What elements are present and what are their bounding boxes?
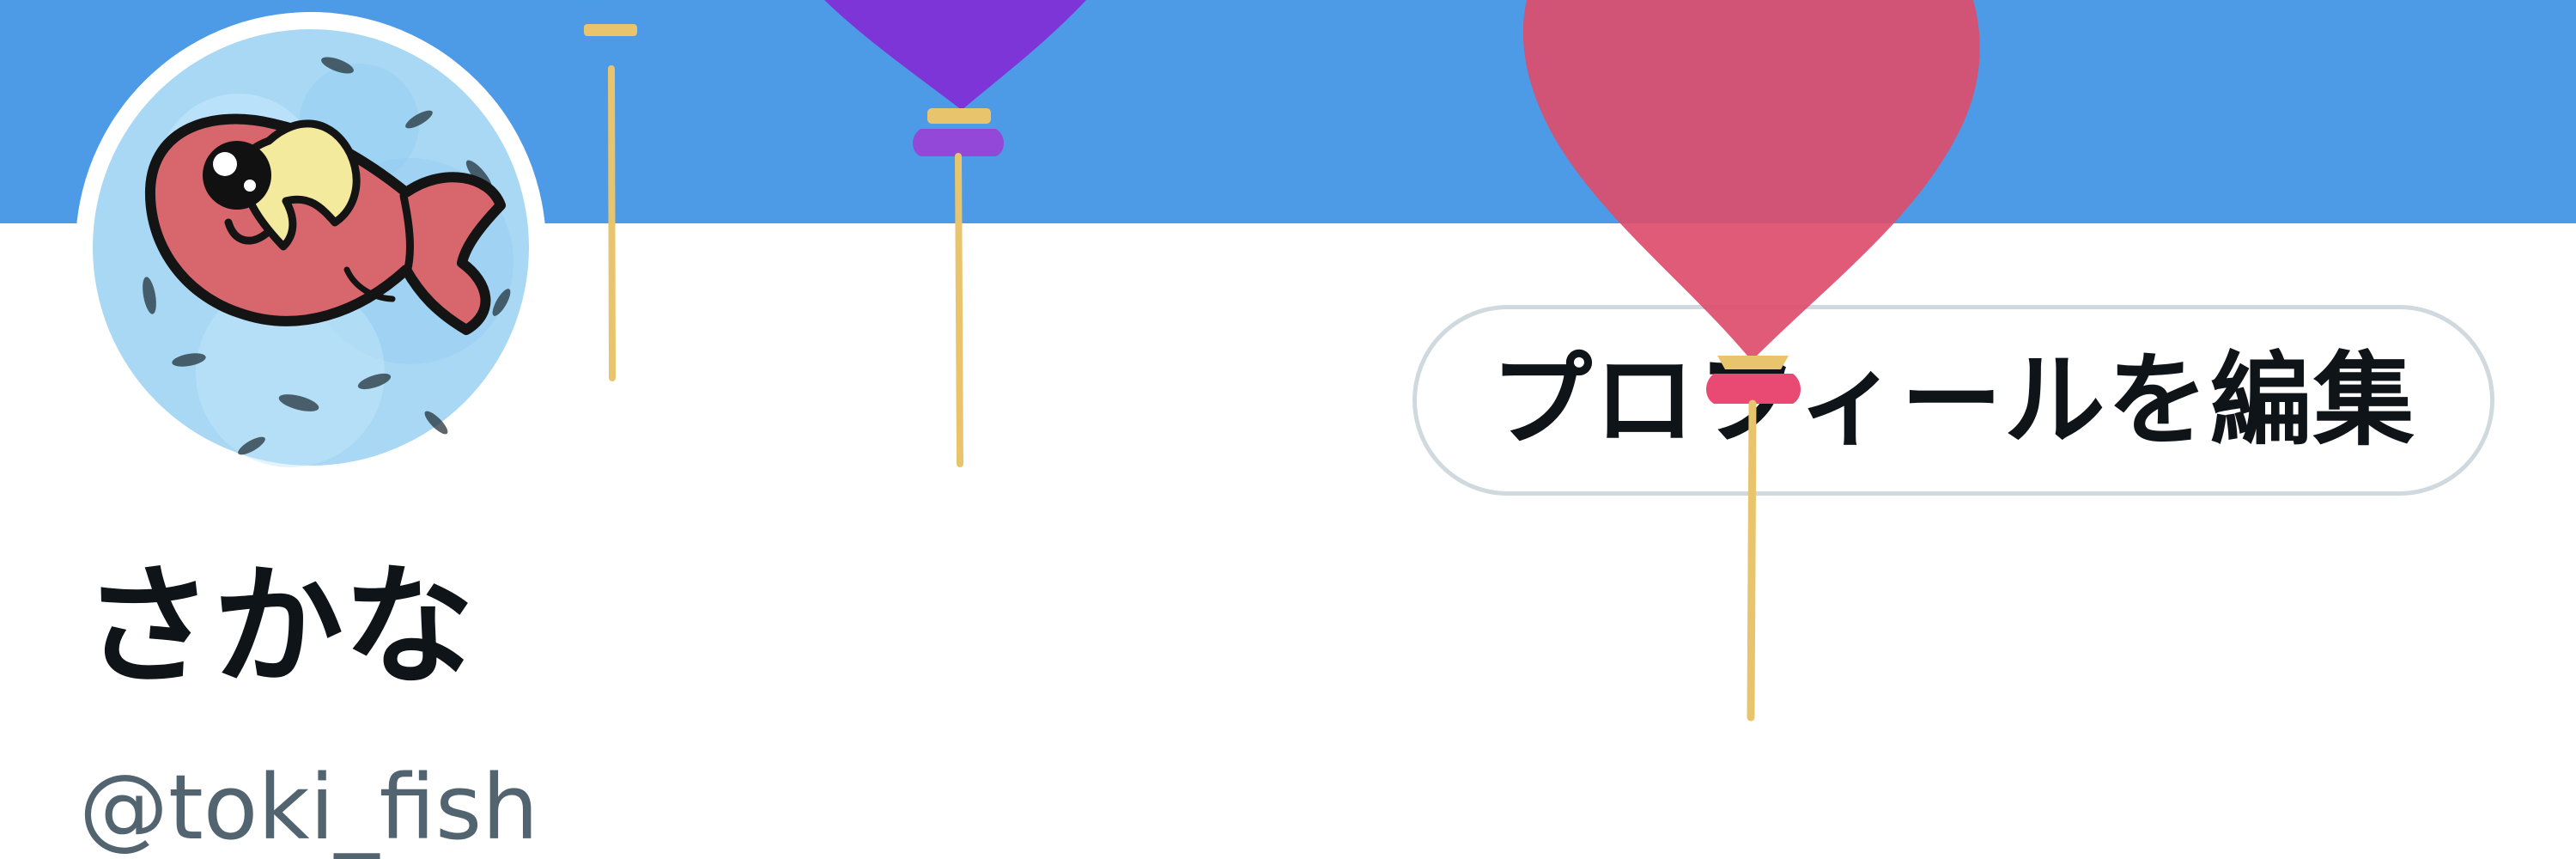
profile-handle: @toki_fish	[79, 755, 539, 859]
profile-avatar[interactable]	[76, 12, 546, 483]
profile-display-name: さかな	[82, 551, 474, 703]
edit-profile-button[interactable]: プロフィールを編集	[1413, 305, 2494, 496]
fish-icon	[76, 12, 546, 483]
profile-page: プロフィールを編集 さかな @toki_fish	[0, 0, 2576, 859]
